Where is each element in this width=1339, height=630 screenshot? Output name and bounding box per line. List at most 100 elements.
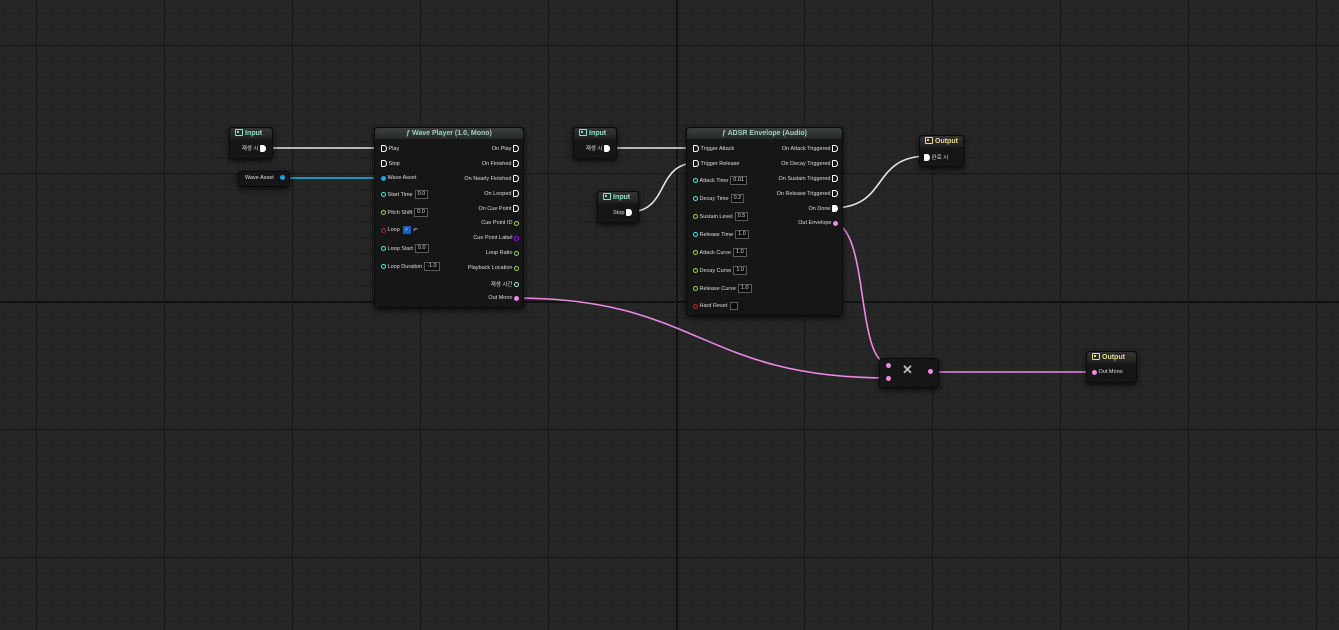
input-node-wave-asset[interactable]: Wave Asset <box>238 171 290 187</box>
input-node-pin-row: 재생 시 <box>242 144 266 152</box>
pin-label: 재생 시 <box>241 146 259 152</box>
on-play-label: On Play <box>491 145 512 152</box>
reset-to-default-icon[interactable]: ↶ <box>413 227 418 234</box>
out-envelope-pin[interactable] <box>833 220 838 226</box>
playback-location-pin[interactable] <box>514 265 519 271</box>
loop-duration-input[interactable]: -1.0 <box>424 262 440 271</box>
wave-asset-input-pin[interactable] <box>381 175 386 181</box>
input-icon <box>235 128 243 136</box>
input-node-stop[interactable]: Input Stop <box>597 191 639 223</box>
start-time-pin[interactable] <box>381 192 386 197</box>
cue-point-label-label: Cue Point Label <box>473 235 513 241</box>
on-sustain-triggered-label: On Sustain Triggered <box>778 175 831 182</box>
output-node-on-finished[interactable]: Output 완료 시 <box>919 135 964 167</box>
input-node-header: Input <box>230 128 272 139</box>
audio-input-pin[interactable] <box>1092 369 1097 375</box>
on-play-pin[interactable] <box>513 145 519 152</box>
play-time-pin[interactable] <box>514 281 519 287</box>
on-release-triggered-pin[interactable] <box>832 190 838 197</box>
attack-time-pin[interactable] <box>693 178 698 183</box>
multiply-input-b-pin[interactable] <box>886 376 891 382</box>
multiply-output-pin[interactable] <box>928 369 933 375</box>
on-nearly-finished-pin[interactable] <box>513 175 519 182</box>
loop-ratio-pin[interactable] <box>514 250 519 256</box>
attack-time-label: Attack Time <box>699 177 729 184</box>
pin-label: 재생 시 <box>585 146 603 152</box>
on-sustain-triggered-pin[interactable] <box>832 175 838 182</box>
on-cue-point-label: On Cue Point <box>478 205 512 212</box>
sustain-level-pin[interactable] <box>693 214 698 219</box>
cue-point-id-pin[interactable] <box>514 220 519 226</box>
on-attack-triggered-label: On Attack Triggered <box>781 145 831 152</box>
adsr-envelope-node[interactable]: ƒ ADSR Envelope (Audio) Trigger Attack T… <box>686 127 843 316</box>
wave-player-node[interactable]: ƒ Wave Player (1.0, Mono) Play Stop Wave… <box>374 127 524 308</box>
out-mono-label: Out Mono <box>488 295 513 301</box>
decay-time-pin[interactable] <box>693 196 698 201</box>
decay-curve-pin[interactable] <box>693 268 698 273</box>
release-curve-input[interactable]: 1.0 <box>737 284 752 293</box>
exec-output-pin[interactable] <box>260 144 266 152</box>
hard-reset-checkbox[interactable] <box>730 302 739 310</box>
loop-duration-pin[interactable] <box>381 264 386 269</box>
on-attack-triggered-pin[interactable] <box>832 145 838 152</box>
hard-reset-pin[interactable] <box>693 303 698 309</box>
wave-asset-output-pin[interactable] <box>280 175 285 181</box>
release-time-input[interactable]: 1.0 <box>735 230 749 239</box>
pitch-shift-input[interactable]: 0.0 <box>414 208 428 217</box>
input-node-header: Input <box>598 192 638 203</box>
output-node-title: Output <box>935 138 958 145</box>
release-time-pin[interactable] <box>693 232 698 237</box>
adsr-header: ƒ ADSR Envelope (Audio) <box>687 128 842 139</box>
wire-on-done-output[interactable] <box>831 155 929 209</box>
pin-label: Wave Asset <box>245 175 274 181</box>
on-cue-point-pin[interactable] <box>513 205 519 212</box>
attack-time-input[interactable]: 0.01 <box>730 176 747 185</box>
input-node-play[interactable]: Input 재생 시 <box>229 127 273 159</box>
loop-start-input[interactable]: 0.0 <box>414 244 429 253</box>
input-icon <box>603 192 611 200</box>
play-input-pin[interactable] <box>381 145 387 152</box>
trigger-attack-pin[interactable] <box>693 145 699 152</box>
on-decay-triggered-pin[interactable] <box>832 160 838 167</box>
decay-curve-input[interactable]: 1.0 <box>733 266 747 275</box>
decay-time-input[interactable]: 0.2 <box>730 194 745 203</box>
output-icon <box>1092 352 1100 360</box>
play-label: Play <box>388 145 400 152</box>
wave-asset-pin-row: Wave Asset <box>245 175 274 181</box>
loop-checkbox[interactable]: ✓ <box>402 226 411 234</box>
loop-pin[interactable] <box>381 227 386 233</box>
input-node-adsr-play[interactable]: Input 재생 시 <box>573 127 617 159</box>
attack-curve-input[interactable]: 1.0 <box>733 248 747 257</box>
multiply-icon: ✕ <box>902 362 913 377</box>
trigger-release-pin[interactable] <box>693 160 699 167</box>
input-node-title: Input <box>613 194 631 201</box>
on-finished-pin[interactable] <box>513 160 519 167</box>
hard-reset-label: Hard Reset <box>699 303 728 309</box>
release-curve-pin[interactable] <box>693 286 698 291</box>
start-time-input[interactable]: 0.0 <box>414 190 429 199</box>
pin-label: Stop <box>613 209 625 216</box>
multiply-node[interactable]: ✕ <box>879 358 939 388</box>
output-node-out-mono[interactable]: Output Out Mono <box>1086 351 1137 383</box>
stop-input-pin[interactable] <box>381 160 387 167</box>
multiply-input-a-pin[interactable] <box>886 363 891 369</box>
on-finished-label: On Finished <box>481 160 512 167</box>
on-release-triggered-label: On Release Triggered <box>776 190 831 197</box>
wave-player-header: ƒ Wave Player (1.0, Mono) <box>375 128 523 139</box>
input-node-header: Input <box>574 128 616 139</box>
on-nearly-finished-label: On Nearly Finished <box>464 175 512 182</box>
sustain-level-input[interactable]: 0.5 <box>734 212 749 221</box>
loop-start-pin[interactable] <box>381 246 386 251</box>
pin-label: 완료 시 <box>931 155 949 161</box>
exec-input-pin[interactable] <box>924 153 930 161</box>
on-looped-pin[interactable] <box>513 190 519 197</box>
input-node-title: Input <box>589 130 607 137</box>
attack-curve-pin[interactable] <box>693 250 698 255</box>
out-mono-pin[interactable] <box>514 295 519 301</box>
input-node-title: Input <box>245 130 263 137</box>
on-done-pin[interactable] <box>832 205 838 212</box>
cue-point-label-pin[interactable] <box>514 235 519 241</box>
exec-output-pin[interactable] <box>626 209 632 216</box>
exec-output-pin[interactable] <box>604 144 610 152</box>
pitch-shift-pin[interactable] <box>381 210 386 215</box>
